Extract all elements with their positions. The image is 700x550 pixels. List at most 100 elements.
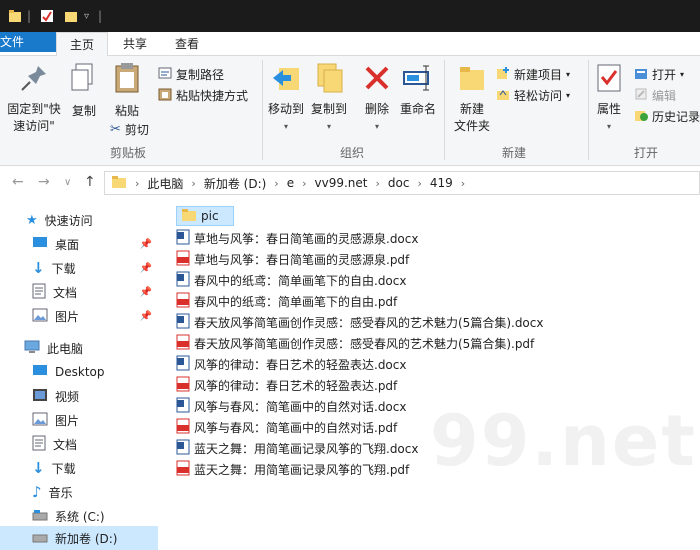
list-item[interactable]: 春天放风筝简笔画创作灵感：感受春风的艺术魅力(5篇合集).docx xyxy=(176,312,543,332)
word-document-icon xyxy=(176,355,190,374)
breadcrumb-item-vv99[interactable]: vv99.net xyxy=(315,176,368,190)
new-folder-label-line2: 文件夹 xyxy=(453,119,490,133)
breadcrumb-item-doc[interactable]: doc xyxy=(388,176,410,190)
breadcrumb-item-this-pc[interactable]: 此电脑 xyxy=(147,175,183,192)
chevron-down-icon: ▾ xyxy=(606,122,611,131)
file-name: 蓝天之舞：用简笔画记录风筝的飞翔.pdf xyxy=(194,462,410,477)
file-name: 春天放风筝简笔画创作灵感：感受春风的艺术魅力(5篇合集).docx xyxy=(194,315,544,330)
list-item[interactable]: pic xyxy=(176,206,234,226)
word-document-icon xyxy=(176,229,190,248)
delete-button[interactable]: 删除 ▾ xyxy=(362,62,392,135)
up-arrow-icon[interactable]: ↑ xyxy=(84,174,96,190)
sidebar-item-videos[interactable]: 视频 xyxy=(0,384,158,408)
history-label: 历史记录 xyxy=(652,109,700,124)
sidebar-item-documents[interactable]: 文档 📌 xyxy=(0,280,158,304)
sidebar-item-drive-d[interactable]: 新加卷 (D:) xyxy=(0,526,158,550)
file-name: 蓝天之舞：用简笔画记录风筝的飞翔.docx xyxy=(194,441,419,456)
file-list: pic 草地与风筝：春日简笔画的灵感源泉.docx 草地与风筝：春日简笔画的灵感… xyxy=(170,200,700,540)
chevron-down-icon[interactable]: ▿ xyxy=(84,8,89,24)
list-item[interactable]: 春风中的纸鸢：简单画笔下的自由.pdf xyxy=(176,291,397,311)
paste-button[interactable]: 粘贴 xyxy=(110,62,144,120)
breadcrumb-separator-icon[interactable]: › xyxy=(191,177,195,190)
easy-access-button[interactable]: 轻松访问 ▾ xyxy=(496,85,570,105)
delete-icon xyxy=(362,62,392,99)
breadcrumb-item-419[interactable]: 419 xyxy=(430,176,453,190)
list-item[interactable]: 春天放风筝简笔画创作灵感：感受春风的艺术魅力(5篇合集).pdf xyxy=(176,333,534,353)
list-item[interactable]: 风筝的律动：春日艺术的轻盈表达.docx xyxy=(176,354,406,374)
breadcrumb-item-drive-d[interactable]: 新加卷 (D:) xyxy=(204,175,266,192)
organize-group-label: 组织 xyxy=(340,146,365,160)
properties-button[interactable]: 属性 ▾ xyxy=(592,62,626,135)
back-arrow-icon[interactable]: ← xyxy=(12,174,24,190)
sidebar-item-pictures[interactable]: 图片 📌 xyxy=(0,304,158,328)
music-note-icon: ♪ xyxy=(32,483,42,501)
copy-path-button[interactable]: 复制路径 xyxy=(158,64,224,84)
cut-button[interactable]: ✂ 剪切 xyxy=(110,119,149,139)
sidebar-item-downloads[interactable]: ↓ 下载 📌 xyxy=(0,256,158,280)
breadcrumb-separator-icon[interactable]: › xyxy=(417,177,421,190)
sidebar-item-this-pc[interactable]: 此电脑 xyxy=(0,336,158,360)
rename-button[interactable]: 重命名 xyxy=(398,62,438,118)
open-button[interactable]: 打开 ▾ xyxy=(634,64,684,84)
list-item[interactable]: 草地与风筝：春日简笔画的灵感源泉.pdf xyxy=(176,249,409,269)
breadcrumb-item-e[interactable]: e xyxy=(287,176,294,190)
list-item[interactable]: 春风中的纸鸢：简单画笔下的自由.docx xyxy=(176,270,406,290)
pin-to-quick-access-button[interactable]: 固定到"快 速访问" xyxy=(6,62,62,135)
breadcrumb-separator-icon[interactable]: › xyxy=(461,177,465,190)
sidebar-item-downloads-pc[interactable]: ↓ 下载 xyxy=(0,456,158,480)
sidebar-item-documents-pc[interactable]: 文档 xyxy=(0,432,158,456)
breadcrumb-separator-icon[interactable]: › xyxy=(135,177,139,190)
pin-icon[interactable]: 📌 xyxy=(140,239,152,250)
paste-shortcut-icon xyxy=(158,87,172,104)
desktop-icon xyxy=(32,236,48,252)
file-name: 风筝的律动：春日艺术的轻盈表达.docx xyxy=(194,357,407,372)
pin-icon[interactable]: 📌 xyxy=(140,263,152,274)
tab-view[interactable]: 查看 xyxy=(164,32,210,56)
divider xyxy=(262,60,263,160)
breadcrumb-separator-icon[interactable]: › xyxy=(274,177,278,190)
sidebar-item-desktop-pc[interactable]: Desktop xyxy=(0,360,158,384)
copy-button[interactable]: 复制 xyxy=(68,62,100,120)
pin-icon[interactable]: 📌 xyxy=(140,311,152,322)
breadcrumb-separator-icon[interactable]: › xyxy=(375,177,379,190)
recent-locations-chevron-icon[interactable]: ∨ xyxy=(64,177,71,188)
chevron-down-icon: ▾ xyxy=(566,90,571,100)
edit-button[interactable]: 编辑 xyxy=(634,85,676,105)
sidebar-item-quick-access[interactable]: ★ 快速访问 xyxy=(0,208,158,232)
list-item[interactable]: 风筝与春风：简笔画中的自然对话.docx xyxy=(176,396,406,416)
breadcrumb-separator-icon[interactable]: › xyxy=(302,177,306,190)
sidebar-item-drive-c[interactable]: 系统 (C:) xyxy=(0,504,158,528)
new-folder-quick-icon[interactable] xyxy=(64,8,78,24)
new-item-button[interactable]: 新建项目 ▾ xyxy=(496,64,570,84)
desktop-icon xyxy=(32,364,48,380)
move-to-button[interactable]: 移动到 ▾ xyxy=(266,62,306,135)
paste-shortcut-button[interactable]: 粘贴快捷方式 xyxy=(158,85,248,105)
list-item[interactable]: 风筝与春风：简笔画中的自然对话.pdf xyxy=(176,417,397,437)
breadcrumb[interactable]: › 此电脑 › 新加卷 (D:) › e › vv99.net › doc › … xyxy=(104,171,700,195)
sidebar-item-label: 文档 xyxy=(53,437,78,452)
sidebar-item-pictures-pc[interactable]: 图片 xyxy=(0,408,158,432)
properties-quick-icon[interactable] xyxy=(40,8,54,24)
easy-access-icon xyxy=(496,87,510,104)
divider xyxy=(588,60,589,160)
pin-icon[interactable]: 📌 xyxy=(140,287,152,298)
sidebar-item-music[interactable]: ♪ 音乐 xyxy=(0,480,158,504)
history-button[interactable]: 历史记录 xyxy=(634,106,700,126)
folder-icon xyxy=(111,175,127,192)
tab-file[interactable]: 文件 xyxy=(0,32,56,52)
list-item[interactable]: 蓝天之舞：用简笔画记录风筝的飞翔.pdf xyxy=(176,459,409,479)
sidebar-item-desktop[interactable]: 桌面 📌 xyxy=(0,232,158,256)
forward-arrow-icon[interactable]: → xyxy=(38,174,50,190)
new-folder-button[interactable]: 新建 文件夹 xyxy=(450,62,494,135)
list-item[interactable]: 草地与风筝：春日简笔画的灵感源泉.docx xyxy=(176,228,418,248)
copy-to-button[interactable]: 复制到 ▾ xyxy=(308,62,350,135)
new-folder-label-line1: 新建 xyxy=(459,102,484,116)
file-name: 草地与风筝：春日简笔画的灵感源泉.docx xyxy=(194,231,419,246)
star-icon: ★ xyxy=(26,212,38,228)
list-item[interactable]: 风筝的律动：春日艺术的轻盈表达.pdf xyxy=(176,375,397,395)
tab-home[interactable]: 主页 xyxy=(56,32,108,57)
tab-share[interactable]: 共享 xyxy=(112,32,158,56)
copy-icon xyxy=(68,62,100,99)
pdf-document-icon xyxy=(176,250,190,269)
list-item[interactable]: 蓝天之舞：用简笔画记录风筝的飞翔.docx xyxy=(176,438,418,458)
